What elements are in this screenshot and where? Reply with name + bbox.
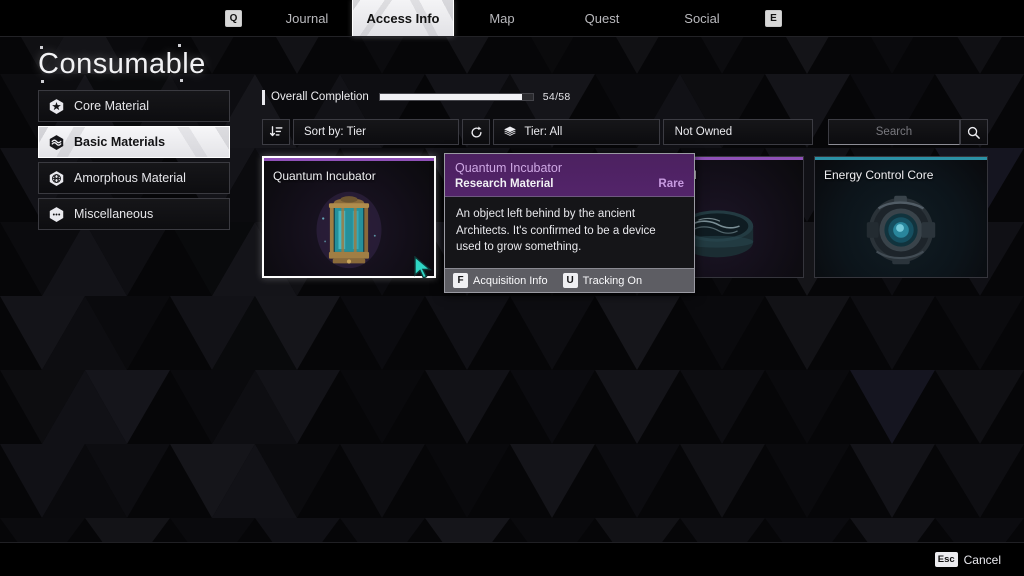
nav-next-key-e[interactable]: E <box>765 10 782 27</box>
tooltip-action-tracking[interactable]: U Tracking On <box>562 273 649 289</box>
sidebar-item-label: Core Material <box>74 99 150 113</box>
sidebar-item-basic-materials[interactable]: Basic Materials <box>38 126 230 158</box>
tab-social[interactable]: Social <box>657 0 747 37</box>
sort-by-dropdown[interactable]: Sort by: Tier <box>293 119 460 145</box>
sort-descending-icon[interactable] <box>262 119 290 145</box>
item-tooltip: Quantum Incubator Research Material Rare… <box>444 153 695 294</box>
key-badge-f: F <box>453 273 468 289</box>
title-tick-mark <box>180 79 183 82</box>
title-tick-mark <box>178 44 181 47</box>
nav-prev-key-q[interactable]: Q <box>225 10 242 27</box>
sidebar-item-miscellaneous[interactable]: Miscellaneous <box>38 198 230 230</box>
filter-toolbar: Sort by: Tier Tier: All Not Owned Search <box>262 119 988 145</box>
mouse-cursor <box>413 255 435 285</box>
hex-wave-icon <box>48 134 65 151</box>
key-badge-u: U <box>562 273 578 289</box>
item-card-name: Energy Control Core <box>824 168 934 182</box>
tooltip-action-label: Acquisition Info <box>473 274 548 287</box>
completion-count: 54/58 <box>542 91 571 103</box>
tooltip-header: Quantum Incubator Research Material Rare <box>445 154 694 196</box>
item-artwork-core <box>815 185 987 273</box>
item-artwork-incubator <box>264 186 434 272</box>
hex-globe-icon <box>48 170 65 187</box>
page-title: Consumable <box>38 48 206 80</box>
tab-quest[interactable]: Quest <box>557 0 647 37</box>
item-card-quantum-incubator[interactable]: Quantum Incubator <box>262 156 436 278</box>
hex-star-icon <box>48 98 65 115</box>
nav-divider <box>0 36 1024 37</box>
card-accent-bar <box>815 157 987 160</box>
search-area: Search <box>827 119 988 145</box>
sidebar-item-amorphous-material[interactable]: Amorphous Material <box>38 162 230 194</box>
overall-completion-row: Overall Completion 54/58 <box>262 88 988 106</box>
tooltip-action-acquisition-info[interactable]: F Acquisition Info <box>453 273 554 289</box>
sidebar-item-label: Basic Materials <box>74 135 166 149</box>
completion-accent-bar <box>262 89 265 105</box>
completion-progress-fill <box>379 94 523 100</box>
tab-access-info[interactable]: Access Info <box>352 0 454 37</box>
access-info-screen: Q Journal Access Info Map Quest Social E… <box>0 0 1024 576</box>
sidebar-item-label: Amorphous Material <box>74 171 186 185</box>
sidebar-item-label: Miscellaneous <box>74 207 154 221</box>
tab-journal[interactable]: Journal <box>252 0 362 37</box>
search-input[interactable]: Search <box>827 119 960 145</box>
tooltip-actions: F Acquisition Info U Tracking On <box>445 268 694 293</box>
title-tick-mark <box>41 80 44 83</box>
tooltip-description: An object left behind by the ancient Arc… <box>445 196 694 269</box>
completion-progress-bar <box>378 93 534 101</box>
cancel-button[interactable]: Cancel <box>964 553 1001 567</box>
category-sidebar: Core Material Basic Materials Amorphous … <box>38 90 230 234</box>
top-navigation-bar: Q Journal Access Info Map Quest Social E <box>0 0 1024 37</box>
overall-completion-label: Overall Completion <box>271 91 369 103</box>
refresh-icon[interactable] <box>462 119 491 145</box>
item-card-name: Quantum Incubator <box>273 169 376 183</box>
card-accent-bar <box>264 158 434 161</box>
tooltip-action-label: Tracking On <box>582 274 643 287</box>
tooltip-item-type: Research Material <box>455 178 554 190</box>
search-icon[interactable] <box>959 119 988 145</box>
layers-icon <box>503 125 517 139</box>
bottom-action-bar: Esc Cancel <box>0 542 1024 576</box>
tier-filter-dropdown[interactable]: Tier: All <box>493 119 660 145</box>
tier-filter-label: Tier: All <box>524 126 563 138</box>
item-card-energy-control-core[interactable]: Energy Control Core <box>814 156 988 278</box>
hex-dots-icon <box>48 206 65 223</box>
tooltip-item-title: Quantum Incubator <box>455 161 563 175</box>
ownership-filter-dropdown[interactable]: Not Owned <box>662 119 813 145</box>
title-tick-mark <box>40 46 43 49</box>
tooltip-item-rarity: Rare <box>658 178 684 190</box>
key-badge-esc: Esc <box>934 552 958 567</box>
sidebar-item-core-material[interactable]: Core Material <box>38 90 230 122</box>
tab-map[interactable]: Map <box>457 0 547 37</box>
